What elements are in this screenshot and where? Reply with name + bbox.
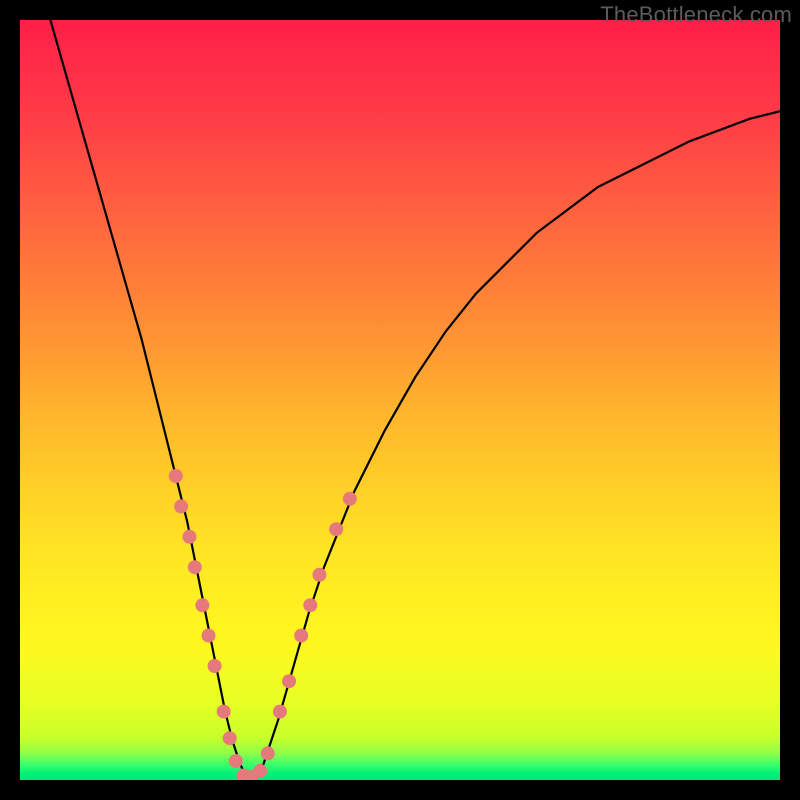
highlight-dot xyxy=(174,499,188,513)
highlight-dot xyxy=(282,674,296,688)
highlight-dot xyxy=(208,659,222,673)
highlight-dot xyxy=(229,754,243,768)
highlight-dot xyxy=(182,530,196,544)
highlight-dots xyxy=(169,469,357,780)
highlight-dot xyxy=(217,705,231,719)
highlight-dot xyxy=(188,560,202,574)
highlight-dot xyxy=(201,629,215,643)
curve-layer xyxy=(20,20,780,780)
highlight-dot xyxy=(329,522,343,536)
plot-area xyxy=(20,20,780,780)
highlight-dot xyxy=(312,568,326,582)
chart-frame: TheBottleneck.com xyxy=(0,0,800,800)
highlight-dot xyxy=(303,598,317,612)
highlight-dot xyxy=(343,492,357,506)
highlight-dot xyxy=(253,764,267,778)
watermark-label: TheBottleneck.com xyxy=(600,2,792,28)
bottleneck-curve xyxy=(50,20,780,780)
highlight-dot xyxy=(169,469,183,483)
highlight-dot xyxy=(261,746,275,760)
highlight-dot xyxy=(223,731,237,745)
highlight-dot xyxy=(195,598,209,612)
highlight-dot xyxy=(294,629,308,643)
highlight-dot xyxy=(273,705,287,719)
